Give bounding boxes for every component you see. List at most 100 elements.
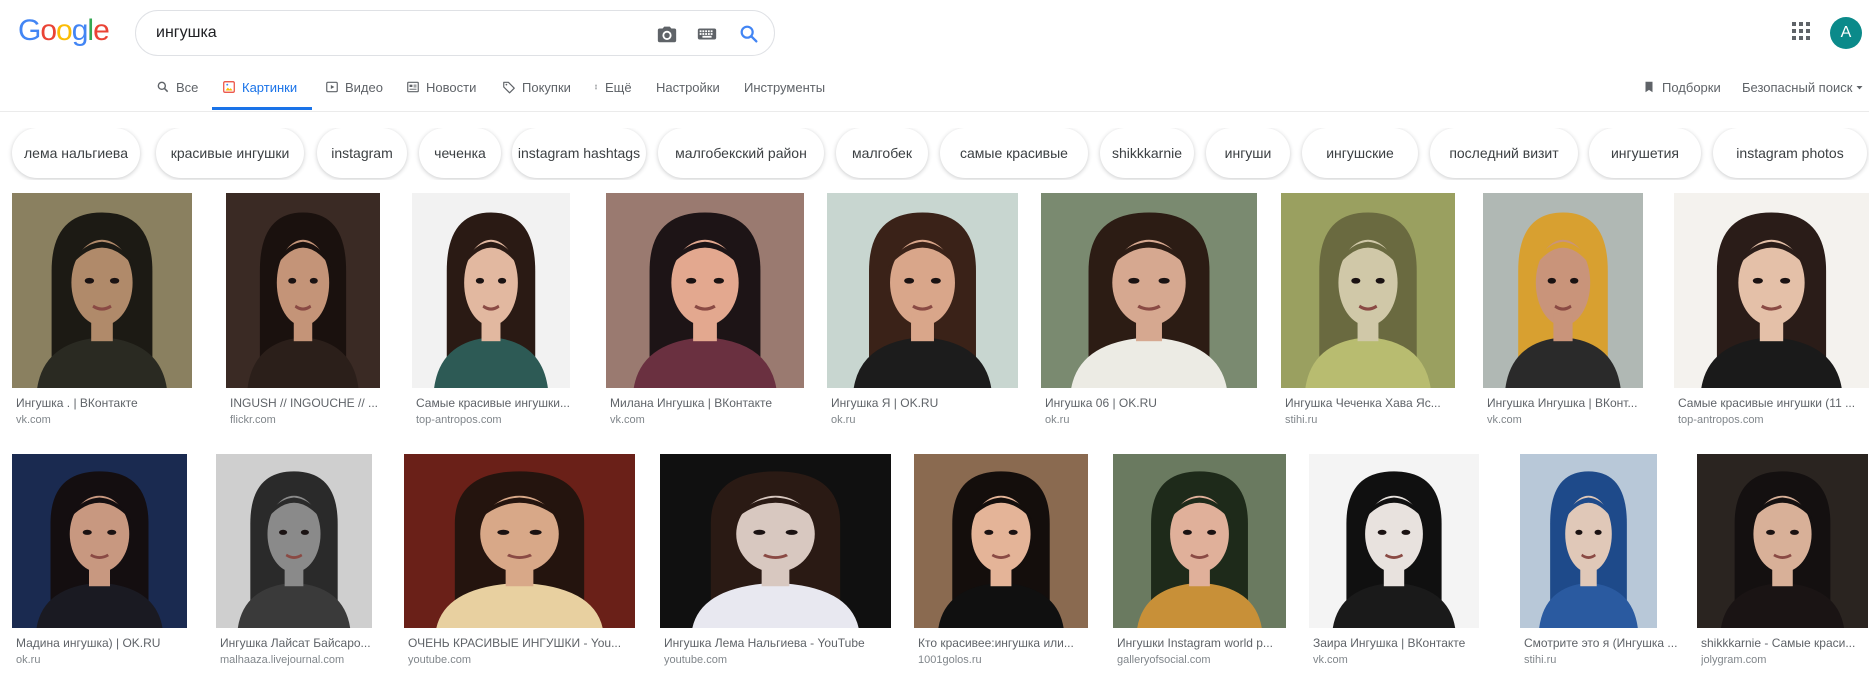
result-title[interactable]: Ингушка Лема Нальгиева - YouTube: [664, 636, 894, 650]
related-chip[interactable]: instagram: [317, 128, 407, 178]
related-chip[interactable]: ингушетия: [1589, 128, 1701, 178]
tab-video-label: Видео: [345, 79, 383, 95]
result-thumbnail[interactable]: [12, 193, 192, 388]
image-result[interactable]: Ингушка 06 | OK.RU ok.ru: [1041, 193, 1259, 432]
related-chip[interactable]: последний визит: [1430, 128, 1578, 178]
logo-letter: o: [56, 14, 73, 47]
result-title[interactable]: shikkkarnie - Самые краси...: [1701, 636, 1869, 650]
tab-news-label: Новости: [426, 79, 477, 95]
result-source: youtube.com: [664, 654, 727, 666]
image-result[interactable]: Ингушки Instagram world p... galleryofsoc…: [1113, 454, 1286, 672]
result-thumbnail[interactable]: [1041, 193, 1257, 388]
result-thumbnail[interactable]: [827, 193, 1018, 388]
result-thumbnail[interactable]: [606, 193, 804, 388]
tab-shopping[interactable]: Покупки: [502, 76, 571, 98]
image-result[interactable]: Мадина ингушка) | OK.RU ok.ru: [12, 454, 202, 672]
result-thumbnail[interactable]: [1483, 193, 1643, 388]
safesearch-menu[interactable]: Безопасный поиск: [1742, 76, 1864, 98]
tab-more[interactable]: Ещё: [593, 76, 632, 98]
result-thumbnail[interactable]: [1674, 193, 1869, 388]
result-title[interactable]: Самые красивые ингушки (11 ...: [1678, 396, 1869, 410]
apps-grid-icon[interactable]: [1792, 22, 1810, 40]
tab-settings[interactable]: Настройки: [656, 76, 720, 98]
result-title[interactable]: Ингушка . | ВКонтакте: [16, 396, 202, 410]
image-result[interactable]: INGUSH // INGOUCHE // ... flickr.com: [226, 193, 414, 432]
result-title[interactable]: Кто красивее:ингушка или...: [918, 636, 1093, 650]
result-source: flickr.com: [230, 414, 276, 426]
search-box[interactable]: ингушка: [135, 10, 775, 56]
result-title[interactable]: Ингушка 06 | OK.RU: [1045, 396, 1263, 410]
image-result[interactable]: Самые красивые ингушки... top-antropos.co…: [412, 193, 582, 432]
google-logo[interactable]: Google: [18, 14, 110, 48]
result-title[interactable]: Заира Ингушка | ВКонтакте: [1313, 636, 1493, 650]
result-title[interactable]: Ингушка Ингушка | ВКонт...: [1487, 396, 1657, 410]
result-source: vk.com: [16, 414, 51, 426]
result-thumbnail[interactable]: [1697, 454, 1868, 628]
result-title[interactable]: Ингушки Instagram world p...: [1117, 636, 1285, 650]
tab-images[interactable]: Картинки: [222, 76, 297, 98]
result-thumbnail[interactable]: [914, 454, 1088, 628]
search-icon[interactable]: [738, 23, 760, 45]
result-thumbnail[interactable]: [1309, 454, 1479, 628]
result-title[interactable]: Самые красивые ингушки...: [416, 396, 586, 410]
logo-letter: G: [18, 14, 41, 47]
result-thumbnail[interactable]: [1520, 454, 1657, 628]
result-thumbnail[interactable]: [404, 454, 635, 628]
result-thumbnail[interactable]: [412, 193, 570, 388]
related-chip[interactable]: instagram hashtags: [512, 128, 646, 178]
tab-news[interactable]: Новости: [406, 76, 476, 98]
related-chip[interactable]: малгобек: [836, 128, 928, 178]
image-result[interactable]: Ингушка Лема Нальгиева - YouTube youtube.…: [660, 454, 891, 672]
result-title[interactable]: INGUSH // INGOUCHE // ...: [230, 396, 418, 410]
result-thumbnail[interactable]: [12, 454, 187, 628]
tab-tools[interactable]: Инструменты: [744, 76, 825, 98]
result-thumbnail[interactable]: [216, 454, 372, 628]
tab-tools-label: Инструменты: [744, 79, 826, 95]
image-result[interactable]: Ингушка . | ВКонтакте vk.com: [12, 193, 198, 432]
image-result[interactable]: shikkkarnie - Самые краси... jolygram.com: [1697, 454, 1868, 672]
image-result[interactable]: Милана Ингушка | ВКонтакте vk.com: [606, 193, 804, 432]
result-title[interactable]: Милана Ингушка | ВКонтакте: [610, 396, 795, 410]
image-result[interactable]: Заира Ингушка | ВКонтакте vk.com: [1309, 454, 1489, 672]
related-chip[interactable]: красивые ингушки: [156, 128, 304, 178]
result-title[interactable]: Ингушка Я | OK.RU: [831, 396, 1021, 410]
related-chip[interactable]: лема нальгиева: [12, 128, 140, 178]
tab-video[interactable]: Видео: [325, 76, 383, 98]
related-chip[interactable]: shikkkarnie: [1100, 128, 1194, 178]
keyboard-icon[interactable]: [696, 23, 718, 45]
result-source: stihi.ru: [1524, 654, 1557, 666]
related-chip[interactable]: instagram photos: [1713, 128, 1867, 178]
related-chip[interactable]: малгобекский район: [658, 128, 824, 178]
image-result[interactable]: Самые красивые ингушки (11 ... top-antrop…: [1674, 193, 1869, 432]
result-thumbnail[interactable]: [1281, 193, 1455, 388]
related-chip[interactable]: самые красивые: [940, 128, 1088, 178]
image-result[interactable]: Кто красивее:ингушка или... 1001golos.ru: [914, 454, 1089, 672]
safesearch-label: Безопасный поиск: [1742, 79, 1853, 95]
related-chip[interactable]: чеченка: [419, 128, 501, 178]
image-result[interactable]: Ингушка Я | OK.RU ok.ru: [827, 193, 1018, 432]
result-title[interactable]: ОЧЕНЬ КРАСИВЫЕ ИНГУШКИ - You...: [408, 636, 643, 650]
result-source: malhaaza.livejournal.com: [220, 654, 345, 666]
related-chip[interactable]: ингуши: [1206, 128, 1290, 178]
image-result[interactable]: Ингушка Ингушка | ВКонт... vk.com: [1483, 193, 1653, 432]
result-thumbnail[interactable]: [226, 193, 380, 388]
result-title[interactable]: Ингушка Лайсат Байсаро...: [220, 636, 390, 650]
image-result[interactable]: Ингушка Лайсат Байсаро... malhaaza.livejo…: [216, 454, 386, 672]
related-searches: лема нальгиева красивые ингушки instagram ч…: [0, 128, 1869, 180]
logo-letter: e: [93, 14, 110, 47]
search-input[interactable]: ингушка: [156, 24, 217, 42]
result-thumbnail[interactable]: [660, 454, 891, 628]
result-thumbnail[interactable]: [1113, 454, 1286, 628]
result-title[interactable]: Мадина ингушка) | OK.RU: [16, 636, 206, 650]
account-avatar[interactable]: A: [1830, 17, 1862, 49]
search-tabs: Все Картинки Видео Новости Покупки Ещё Н…: [0, 66, 1869, 112]
image-result[interactable]: Смотрите это я (Ингушка ... stihi.ru: [1520, 454, 1685, 672]
image-result[interactable]: ОЧЕНЬ КРАСИВЫЕ ИНГУШКИ - You... youtube.c…: [404, 454, 639, 672]
image-result[interactable]: Ингушка Чеченка Хава Яс... stihi.ru: [1281, 193, 1461, 432]
related-chip[interactable]: ингушские: [1302, 128, 1418, 178]
result-title[interactable]: Смотрите это я (Ингушка ...: [1524, 636, 1689, 650]
result-title[interactable]: Ингушка Чеченка Хава Яс...: [1285, 396, 1465, 410]
camera-icon[interactable]: [656, 23, 678, 45]
tab-all[interactable]: Все: [156, 76, 198, 98]
collections-link[interactable]: Подборки: [1642, 76, 1721, 98]
